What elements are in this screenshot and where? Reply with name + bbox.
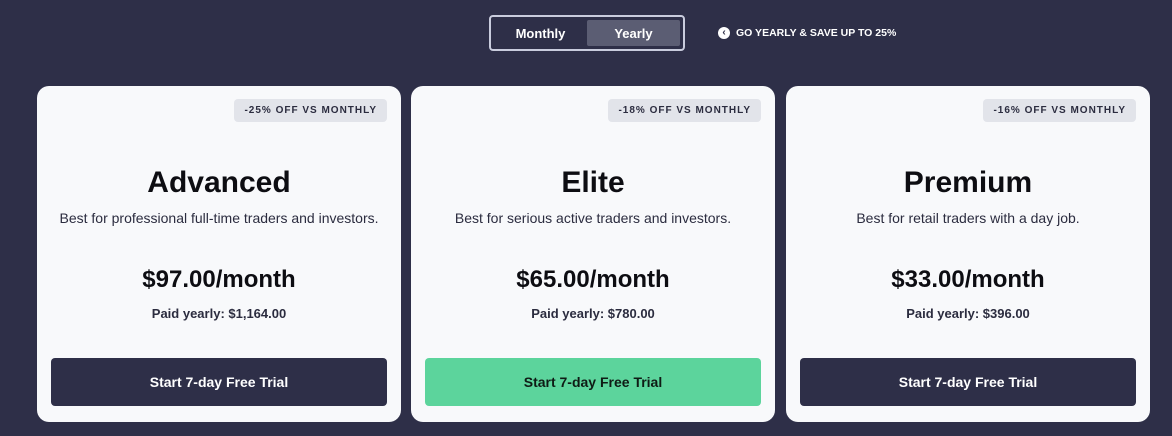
plan-name: Elite [561,166,625,199]
toggle-monthly[interactable]: Monthly [494,20,587,46]
plan-card-advanced: -25% OFF VS MONTHLY Advanced Best for pr… [37,86,401,422]
chevron-left-circle-icon: ‹ [718,27,730,39]
pricing-page: Monthly Yearly ‹ GO YEARLY & SAVE UP TO … [0,0,1172,436]
plan-description: Best for retail traders with a day job. [856,210,1080,226]
discount-badge: -25% OFF VS MONTHLY [234,99,387,122]
billing-period-toggle[interactable]: Monthly Yearly [489,15,685,51]
plan-yearly-total: Paid yearly: $396.00 [906,306,1030,321]
yearly-savings-note: ‹ GO YEARLY & SAVE UP TO 25% [718,27,896,39]
savings-text: GO YEARLY & SAVE UP TO 25% [736,27,897,39]
discount-badge: -18% OFF VS MONTHLY [608,99,761,122]
plan-description: Best for professional full-time traders … [59,210,379,226]
plan-yearly-total: Paid yearly: $780.00 [531,306,655,321]
plan-name: Premium [903,166,1033,199]
start-trial-button[interactable]: Start 7-day Free Trial [800,358,1136,406]
plan-name: Advanced [147,166,291,199]
plan-price: $33.00/month [891,266,1045,293]
start-trial-button[interactable]: Start 7-day Free Trial [425,358,761,406]
plan-card-premium: -16% OFF VS MONTHLY Premium Best for ret… [786,86,1150,422]
plan-card-elite: -18% OFF VS MONTHLY Elite Best for serio… [411,86,775,422]
plan-price: $97.00/month [142,266,296,293]
start-trial-button[interactable]: Start 7-day Free Trial [51,358,387,406]
plan-description: Best for serious active traders and inve… [454,210,732,226]
discount-badge: -16% OFF VS MONTHLY [983,99,1136,122]
plan-yearly-total: Paid yearly: $1,164.00 [151,306,287,321]
plan-price: $65.00/month [516,266,670,293]
toggle-yearly[interactable]: Yearly [587,20,680,46]
